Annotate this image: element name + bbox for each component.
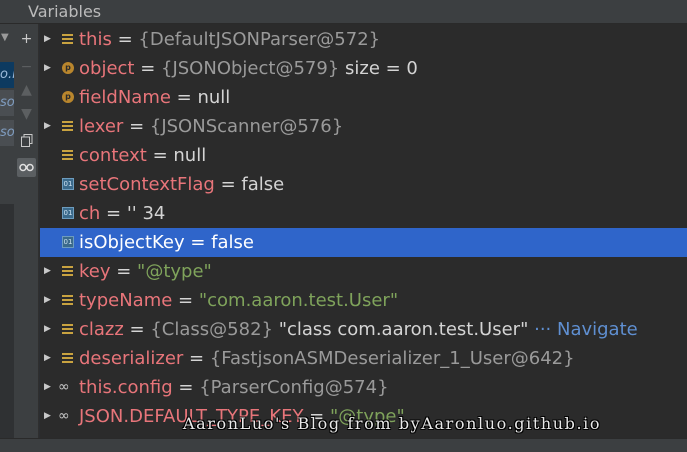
frame-item[interactable]: so [0, 120, 14, 146]
expand-arrow-icon[interactable]: ▶ [44, 286, 54, 315]
variable-value: null [173, 145, 207, 166]
variables-tree: ▶ this = {DefaultJSONParser@572} ▶ p obj… [40, 24, 687, 452]
variable-row-typeName[interactable]: ▶ typeName = "com.aaron.test.User" [40, 286, 687, 315]
panel-title: Variables [28, 2, 102, 21]
watch-icon: ∞ [58, 379, 70, 395]
variable-row-key[interactable]: ▶ key = "@type" [40, 257, 687, 286]
bottom-bar [0, 438, 687, 452]
move-down-icon[interactable]: ▼ [17, 104, 36, 123]
expand-arrow-icon[interactable]: ▶ [44, 315, 54, 344]
watch-icon: ∞ [58, 408, 70, 424]
param-icon: p [62, 62, 74, 74]
variable-row-isObjectKey[interactable]: 01 isObjectKey = false [40, 228, 687, 257]
frames-empty-area [0, 204, 14, 452]
variables-toolbar: + − ▲ ▼ [14, 24, 39, 452]
copy-icon[interactable] [17, 131, 36, 150]
variable-name: isObjectKey [79, 232, 185, 253]
expand-arrow-icon[interactable]: ▶ [44, 112, 54, 141]
variable-value: false [211, 232, 254, 253]
field-icon [62, 150, 73, 160]
variable-value: {DefaultJSONParser@572} [138, 29, 381, 50]
expand-arrow-icon[interactable]: ▶ [44, 402, 54, 431]
variable-name: context [79, 145, 147, 166]
watch-row-this-config[interactable]: ▶ ∞ this.config = {ParserConfig@574} [40, 373, 687, 402]
variable-row-lexer[interactable]: ▶ lexer = {JSONScanner@576} [40, 112, 687, 141]
variable-row-clazz[interactable]: ▶ clazz = {Class@582} "class com.aaron.t… [40, 315, 687, 344]
show-watches-icon[interactable] [17, 158, 36, 177]
frame-item[interactable]: so [0, 90, 14, 116]
variables-panel-header: Variables [0, 0, 687, 24]
move-up-icon[interactable]: ▲ [17, 80, 36, 99]
variable-row-setContextFlag[interactable]: 01 setContextFlag = false [40, 170, 687, 199]
navigate-link[interactable]: ··· Navigate [534, 319, 638, 340]
variable-row-deserializer[interactable]: ▶ deserializer = {FastjsonASMDeserialize… [40, 344, 687, 373]
variable-row-context[interactable]: context = null [40, 141, 687, 170]
variable-row-this[interactable]: ▶ this = {DefaultJSONParser@572} [40, 25, 687, 54]
field-icon [62, 121, 73, 131]
frame-item[interactable]: o.l [0, 62, 14, 88]
variable-value: "@type" [137, 261, 212, 282]
add-watch-icon[interactable]: + [17, 29, 36, 48]
variable-name: ch [79, 203, 101, 224]
frames-strip: ▼ o.l so so [0, 24, 14, 452]
expand-arrow-icon[interactable]: ▶ [44, 257, 54, 286]
field-icon [62, 324, 73, 334]
field-icon [62, 353, 73, 363]
variable-value: "com.aaron.test.User" [198, 290, 399, 311]
variable-name: key [79, 261, 111, 282]
variable-name: deserializer [79, 348, 184, 369]
expand-arrow-icon[interactable]: ▶ [44, 25, 54, 54]
variable-name: clazz [79, 319, 124, 340]
field-icon [62, 295, 73, 305]
variable-value: {FastjsonASMDeserializer_1_User@642} [209, 348, 575, 369]
variable-row-fieldName[interactable]: p fieldName = null [40, 83, 687, 112]
variable-value: {JSONScanner@576} [149, 116, 344, 137]
variable-name: this.config [79, 377, 173, 398]
variable-name: this [79, 29, 112, 50]
variable-name: lexer [79, 116, 124, 137]
expand-arrow-icon[interactable]: ▶ [44, 344, 54, 373]
variable-value: {Class@582} [150, 319, 273, 340]
variable-name: typeName [79, 290, 173, 311]
variable-name: fieldName [79, 87, 171, 108]
primitive-icon: 01 [62, 178, 74, 190]
remove-watch-icon[interactable]: − [17, 57, 36, 76]
variable-name: setContextFlag [79, 174, 215, 195]
variable-name: object [79, 58, 135, 79]
variable-value: {ParserConfig@574} [199, 377, 389, 398]
expand-arrow-icon[interactable]: ▶ [44, 54, 54, 83]
variable-row-object[interactable]: ▶ p object = {JSONObject@579} size = 0 [40, 54, 687, 83]
chevron-down-icon[interactable]: ▼ [1, 32, 9, 43]
variable-extra: "class com.aaron.test.User" [272, 319, 529, 340]
expand-arrow-icon[interactable]: ▶ [44, 373, 54, 402]
variable-value: null [197, 87, 231, 108]
primitive-icon: 01 [62, 207, 74, 219]
watermark-text: AaronLuo's Blog from byAaronluo.github.i… [183, 414, 602, 433]
variable-value: false [241, 174, 285, 195]
variable-row-ch[interactable]: 01 ch = '' 34 [40, 199, 687, 228]
variable-value: {JSONObject@579} [161, 58, 340, 79]
primitive-icon: 01 [62, 236, 74, 248]
field-icon [62, 266, 73, 276]
variable-extra: size = 0 [339, 58, 418, 79]
variable-value: '' 34 [126, 203, 166, 224]
field-icon [62, 34, 73, 44]
param-icon: p [62, 91, 74, 103]
